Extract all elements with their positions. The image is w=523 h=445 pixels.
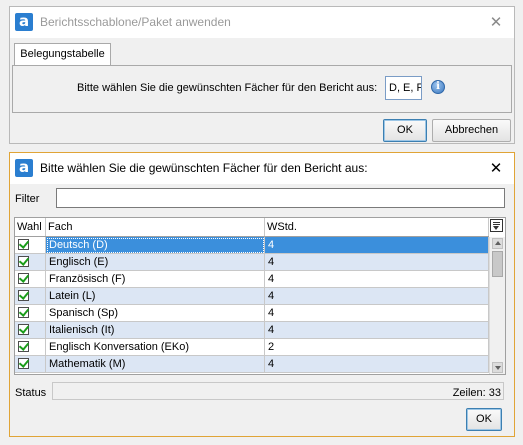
wahl-cell[interactable] bbox=[15, 254, 46, 271]
subjects-table: Wahl Fach WStd. Deutsch (D) 4 Englisch (E)… bbox=[14, 217, 506, 375]
title-bar: a Berichtsschablone/Paket anwenden ✕ bbox=[10, 7, 514, 38]
wahl-cell[interactable] bbox=[15, 271, 46, 288]
scroll-down-icon[interactable] bbox=[492, 362, 503, 373]
title-bar: a Bitte wählen Sie die gewünschten Fäche… bbox=[10, 153, 514, 184]
filter-label: Filter bbox=[15, 193, 40, 205]
info-icon[interactable]: i bbox=[431, 80, 445, 94]
fach-cell: Englisch Konversation (EKo) bbox=[46, 339, 265, 356]
wahl-cell[interactable] bbox=[15, 305, 46, 322]
wahl-cell[interactable] bbox=[15, 356, 46, 373]
scrollbar-thumb[interactable] bbox=[492, 251, 503, 277]
dialog-title: Bitte wählen Sie die gewünschten Fächer … bbox=[40, 161, 368, 175]
checkbox-checked-icon[interactable] bbox=[18, 324, 29, 335]
table-row[interactable]: Englisch (E) 4 bbox=[15, 254, 489, 271]
fach-cell: Deutsch (D) bbox=[46, 237, 265, 254]
wahl-cell[interactable] bbox=[15, 322, 46, 339]
table-row[interactable]: Französisch (F) 4 bbox=[15, 271, 489, 288]
wstd-cell: 4 bbox=[265, 356, 489, 373]
table-row[interactable]: Mathematik (M) 4 bbox=[15, 356, 489, 373]
wstd-cell: 4 bbox=[265, 271, 489, 288]
checkbox-checked-icon[interactable] bbox=[18, 290, 29, 301]
fach-cell: Englisch (E) bbox=[46, 254, 265, 271]
subjects-prompt-label: Bitte wählen Sie die gewünschten Fächer … bbox=[77, 82, 378, 94]
ok-button[interactable]: OK bbox=[466, 408, 502, 431]
fach-cell: Italienisch (It) bbox=[46, 322, 265, 339]
checkbox-checked-icon[interactable] bbox=[18, 273, 29, 284]
wstd-cell: 4 bbox=[265, 322, 489, 339]
checkbox-checked-icon[interactable] bbox=[18, 256, 29, 267]
column-chooser-icon[interactable] bbox=[489, 218, 505, 236]
table-row[interactable]: Italienisch (It) 4 bbox=[15, 322, 489, 339]
fach-cell: Spanisch (Sp) bbox=[46, 305, 265, 322]
subjects-selection-field[interactable]: D, E, F, bbox=[385, 76, 422, 100]
checkbox-checked-icon[interactable] bbox=[18, 358, 29, 369]
ok-button[interactable]: OK bbox=[383, 119, 427, 142]
table-row[interactable]: Englisch Konversation (EKo) 2 bbox=[15, 339, 489, 356]
column-header-fach[interactable]: Fach bbox=[46, 218, 265, 236]
dialog-title: Berichtsschablone/Paket anwenden bbox=[40, 15, 231, 29]
tab-belegungstabelle[interactable]: Belegungstabelle bbox=[14, 43, 111, 65]
fach-cell: Mathematik (M) bbox=[46, 356, 265, 373]
wahl-cell[interactable] bbox=[15, 237, 46, 254]
wstd-cell: 4 bbox=[265, 288, 489, 305]
fach-cell: Französisch (F) bbox=[46, 271, 265, 288]
cancel-button[interactable]: Abbrechen bbox=[432, 119, 511, 142]
row-count: Zeilen: 33 bbox=[452, 387, 501, 399]
apply-template-dialog: a Berichtsschablone/Paket anwenden ✕ Bel… bbox=[9, 6, 515, 144]
table-row[interactable]: Spanisch (Sp) 4 bbox=[15, 305, 489, 322]
subject-selection-dialog: a Bitte wählen Sie die gewünschten Fäche… bbox=[9, 152, 515, 437]
status-label: Status bbox=[15, 387, 47, 399]
status-field bbox=[52, 382, 504, 400]
scroll-up-icon[interactable] bbox=[492, 238, 503, 249]
wstd-cell: 4 bbox=[265, 305, 489, 322]
column-header-wahl[interactable]: Wahl bbox=[15, 218, 46, 236]
app-logo-icon: a bbox=[15, 13, 33, 31]
checkbox-checked-icon[interactable] bbox=[18, 341, 29, 352]
app-logo-icon: a bbox=[15, 159, 33, 177]
column-header-wstd[interactable]: WStd. bbox=[265, 218, 489, 236]
checkbox-checked-icon[interactable] bbox=[18, 307, 29, 318]
wstd-cell: 2 bbox=[265, 339, 489, 356]
wstd-cell: 4 bbox=[265, 254, 489, 271]
filter-input[interactable] bbox=[56, 188, 505, 208]
tab-panel: Bitte wählen Sie die gewünschten Fächer … bbox=[12, 65, 512, 113]
vertical-scrollbar[interactable] bbox=[489, 237, 505, 374]
close-icon[interactable]: ✕ bbox=[487, 13, 505, 31]
checkbox-checked-icon[interactable] bbox=[18, 239, 29, 250]
fach-cell: Latein (L) bbox=[46, 288, 265, 305]
wahl-cell[interactable] bbox=[15, 288, 46, 305]
wahl-cell[interactable] bbox=[15, 339, 46, 356]
table-row[interactable]: Latein (L) 4 bbox=[15, 288, 489, 305]
wstd-cell: 4 bbox=[265, 237, 489, 254]
close-icon[interactable]: ✕ bbox=[487, 159, 505, 177]
table-header: Wahl Fach WStd. bbox=[15, 218, 489, 237]
table-row[interactable]: Deutsch (D) 4 bbox=[15, 237, 489, 254]
